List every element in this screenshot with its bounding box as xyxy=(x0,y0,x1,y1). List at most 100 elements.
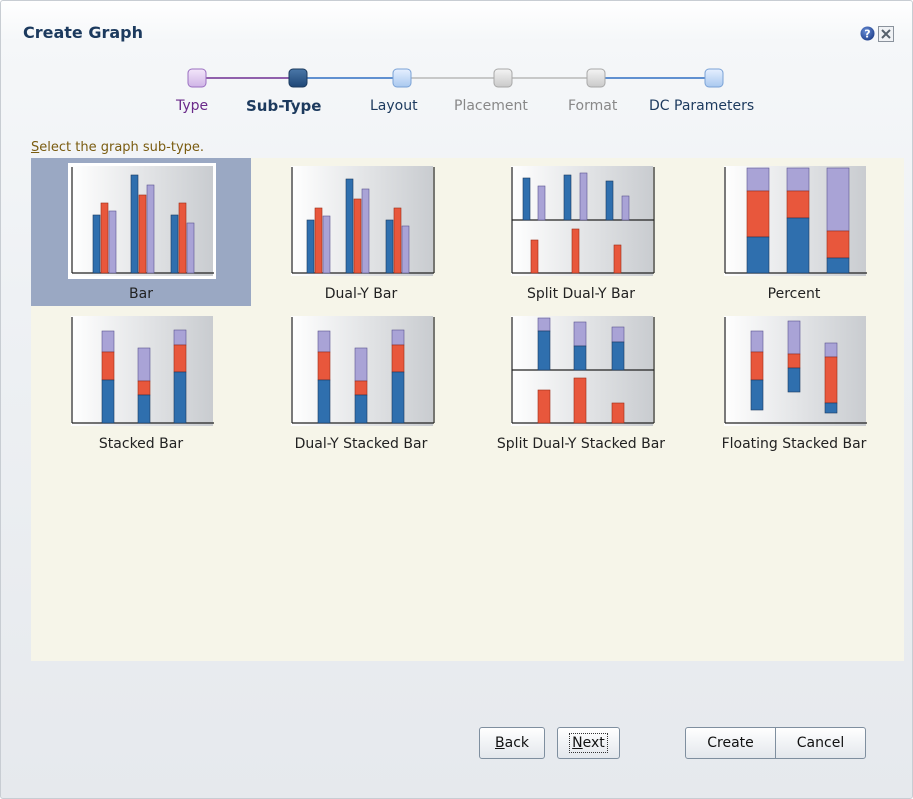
bar-mark xyxy=(354,347,368,382)
stacked-bar-thumbnail xyxy=(71,316,214,426)
step-sub-type: Sub-Type xyxy=(246,97,322,115)
bar-mark xyxy=(786,167,810,192)
dialog-title: Create Graph xyxy=(23,23,144,42)
split-dual-y-bar-thumbnail xyxy=(511,166,655,276)
svg-text:?: ? xyxy=(864,28,870,41)
bar-mark xyxy=(579,172,588,221)
bar-mark xyxy=(826,167,850,232)
bar-mark xyxy=(826,257,850,274)
bar-mark xyxy=(401,225,410,274)
bar-mark xyxy=(563,174,572,221)
back-button[interactable]: Back xyxy=(479,727,545,759)
bar-mark xyxy=(787,320,801,355)
bar-mark xyxy=(385,219,394,274)
subtype-split-dual-y-stacked-bar[interactable]: Split Dual-Y Stacked Bar xyxy=(471,308,691,456)
bar-mark xyxy=(611,326,625,343)
subtype-split-dual-y-bar[interactable]: Split Dual-Y Bar xyxy=(471,158,691,306)
bar-mark xyxy=(345,178,354,274)
bar-mark xyxy=(306,219,315,274)
step-placement-marker xyxy=(493,68,513,88)
bar-thumbnail xyxy=(68,163,216,279)
bar-mark xyxy=(173,344,187,373)
dual-y-bar-thumbnail xyxy=(291,166,435,276)
bar-mark xyxy=(322,215,331,274)
instruction-label: Select the graph sub-type. xyxy=(31,140,205,155)
bar-mark xyxy=(826,230,850,259)
subtype-label: Percent xyxy=(767,286,821,302)
step-format-marker xyxy=(586,68,606,88)
step-layout[interactable]: Layout xyxy=(370,98,418,114)
subtype-label: Bar xyxy=(129,286,153,302)
subtype-dual-y-stacked-bar[interactable]: Dual-Y Stacked Bar xyxy=(251,308,471,456)
create-button[interactable]: Create xyxy=(685,727,776,759)
bar-mark xyxy=(824,342,838,358)
close-icon[interactable] xyxy=(878,26,894,42)
dual-y-stacked-bar-thumbnail xyxy=(291,316,435,426)
bar-mark xyxy=(361,188,370,274)
bar-mark xyxy=(605,180,614,221)
bar-mark xyxy=(108,210,117,274)
bar-mark xyxy=(391,329,405,346)
bar-mark xyxy=(746,236,770,274)
bar-mark xyxy=(138,194,147,274)
bar-mark xyxy=(824,402,838,414)
subtype-gallery: Bar Dual-Y Bar Split Dual-Y Bar Percent … xyxy=(31,158,904,661)
step-format: Format xyxy=(568,98,618,114)
bar-mark xyxy=(137,394,151,424)
bar-mark xyxy=(611,341,625,371)
bar-mark xyxy=(537,317,551,332)
subtype-bar[interactable]: Bar xyxy=(31,158,251,306)
help-icon[interactable]: ? xyxy=(860,26,875,41)
bar-mark xyxy=(573,377,587,424)
bar-mark xyxy=(787,353,801,369)
subtype-dual-y-bar[interactable]: Dual-Y Bar xyxy=(251,158,471,306)
subtype-label: Split Dual-Y Bar xyxy=(527,286,635,302)
bar-mark xyxy=(824,356,838,404)
split-dual-y-stacked-bar-thumbnail xyxy=(511,316,655,426)
subtype-stacked-bar[interactable]: Stacked Bar xyxy=(31,308,251,456)
bar-mark xyxy=(530,239,539,274)
subtype-floating-stacked-bar[interactable]: Floating Stacked Bar xyxy=(684,308,904,456)
subtype-label: Dual-Y Stacked Bar xyxy=(294,436,428,452)
subtype-percent[interactable]: Percent xyxy=(684,158,904,306)
bar-mark xyxy=(137,380,151,396)
step-placement: Placement xyxy=(454,98,528,114)
bar-mark xyxy=(621,195,630,221)
bar-mark xyxy=(173,329,187,346)
bar-mark xyxy=(101,379,115,424)
bar-mark xyxy=(101,330,115,353)
bar-mark xyxy=(750,351,764,381)
bar-mark xyxy=(101,351,115,381)
subtype-label: Floating Stacked Bar xyxy=(721,436,867,452)
bar-mark xyxy=(146,184,155,274)
bar-mark xyxy=(613,244,622,274)
bar-mark xyxy=(611,402,625,424)
create-graph-dialog: Create Graph ? Type Sub-Type Layout Plac… xyxy=(0,0,913,799)
bar-mark xyxy=(391,344,405,373)
bar-mark xyxy=(571,228,580,274)
bar-mark xyxy=(787,367,801,393)
bar-mark xyxy=(317,379,331,424)
bar-mark xyxy=(354,394,368,424)
bar-mark xyxy=(786,217,810,274)
step-dc-parameters[interactable]: DC Parameters xyxy=(649,98,754,114)
bar-mark xyxy=(100,202,109,274)
bar-mark xyxy=(750,330,764,353)
bar-mark xyxy=(186,222,195,274)
subtype-label: Stacked Bar xyxy=(98,436,184,452)
next-button[interactable]: Next xyxy=(557,727,620,759)
bar-mark xyxy=(750,379,764,411)
cancel-button[interactable]: Cancel xyxy=(775,727,866,759)
bar-mark xyxy=(393,207,402,274)
bar-mark xyxy=(92,214,101,274)
step-type[interactable]: Type xyxy=(176,98,208,114)
subtype-label: Split Dual-Y Stacked Bar xyxy=(496,436,666,452)
bar-mark xyxy=(317,351,331,381)
floating-stacked-bar-thumbnail xyxy=(724,316,867,426)
bar-mark xyxy=(314,207,323,274)
bar-mark xyxy=(573,345,587,371)
step-dc-parameters-marker xyxy=(704,68,724,88)
bar-mark xyxy=(353,198,362,274)
bar-mark xyxy=(137,347,151,382)
step-subtype-marker xyxy=(288,68,308,88)
